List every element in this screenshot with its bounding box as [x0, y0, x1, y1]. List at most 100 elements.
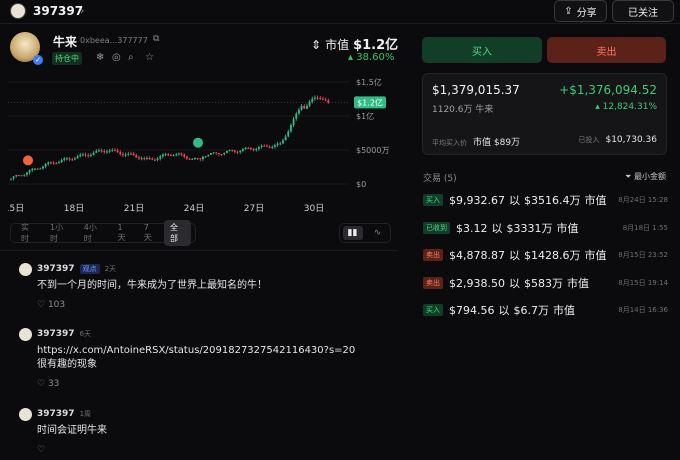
current-price-label: $1.2亿 — [357, 97, 383, 107]
transaction-mcap: $583万 — [523, 277, 563, 290]
candle-body — [303, 105, 306, 109]
comment-user[interactable]: 397397 — [37, 329, 75, 339]
globe-icon[interactable]: ◎ — [112, 52, 121, 63]
snowflake-icon[interactable]: ❄ — [96, 52, 104, 63]
y-tick-label: $1亿 — [356, 111, 374, 121]
candle-body — [148, 157, 151, 159]
timeframe-tab[interactable]: 实时 — [15, 220, 42, 246]
candle-body — [276, 143, 279, 146]
candle-body — [263, 145, 266, 147]
transaction-amount: $9,932.67 — [449, 193, 505, 207]
like-button[interactable]: ♡ 33 — [37, 379, 59, 389]
transaction-date: 8月18日 1:55 — [622, 224, 668, 232]
x-axis-ticks: 15日 18日 21日 24日 27日 30日 — [8, 203, 324, 214]
user-avatar[interactable] — [10, 3, 26, 19]
candle-body — [10, 178, 12, 180]
candle-body — [226, 150, 228, 153]
search-icon[interactable]: ⌕ — [128, 52, 134, 63]
timeframe-tab[interactable]: 1天 — [111, 221, 135, 245]
verified-icon: ✓ — [33, 55, 43, 65]
transaction-type-badge: 卖出 — [423, 249, 443, 261]
price-chart[interactable]: $1.5亿 $1亿 $5000万 $0 $1.2亿 15日 18日 21日 24日 27日 30日 — [8, 72, 390, 217]
transaction-row[interactable]: 买入 $9,932.67 以 $3516.4万 市值 8月24日 15:28 — [423, 193, 668, 207]
copy-icon[interactable]: ⧉ — [153, 34, 159, 44]
candle-body — [255, 148, 258, 150]
candle-body — [186, 156, 188, 159]
comment-avatar[interactable] — [19, 263, 32, 276]
candle-body — [55, 163, 58, 165]
candle-body — [172, 155, 175, 157]
position-pnl-pct: ▴ 12,824.31% — [595, 102, 657, 112]
candle-body — [236, 151, 239, 153]
transaction-suffix: 市值 — [553, 304, 575, 317]
follow-button[interactable]: 已关注 — [612, 0, 674, 22]
like-button[interactable]: ♡ 103 — [37, 300, 65, 310]
transaction-row[interactable]: 买入 $794.56 以 $6.7万 市值 8月14日 16:36 — [423, 303, 668, 317]
transaction-date: 8月24日 15:28 — [618, 196, 668, 204]
candle-body — [66, 158, 68, 160]
candle-body — [308, 101, 311, 106]
timeframe-selector: 实时 1小时 4小时 1天 7天 全部 — [10, 220, 196, 246]
comment-time: 6天 — [79, 330, 92, 338]
heart-icon: ♡ — [37, 379, 48, 389]
candle-body — [298, 109, 300, 114]
username-title[interactable]: 397397 — [33, 4, 83, 18]
comment-user[interactable]: 397397 — [37, 264, 75, 274]
candle-body — [50, 162, 52, 164]
transaction-amount: $3.12 — [456, 221, 488, 235]
like-button[interactable]: ♡ — [37, 445, 45, 455]
min-amount-filter[interactable]: ⏷ 最小金额 — [625, 171, 666, 182]
transaction-mcap: $6.7万 — [513, 304, 550, 317]
line-chart-icon[interactable]: ∿ — [368, 226, 388, 240]
candle-body — [84, 154, 87, 156]
transaction-type-badge: 买入 — [423, 304, 443, 316]
share-button[interactable]: ⇪ 分享 — [554, 0, 607, 22]
timeframe-tab[interactable]: 7天 — [138, 221, 162, 245]
comment-header: 397397 6天 — [37, 329, 91, 339]
transaction-mcap: $3516.4万 — [523, 194, 581, 207]
candle-body — [194, 158, 196, 160]
invested-label: 已投入 — [578, 136, 600, 144]
arrow-up-icon: ▴ — [348, 52, 354, 63]
timeframe-tab[interactable]: 全部 — [164, 220, 191, 246]
candle-body — [170, 154, 172, 156]
comment-avatar[interactable] — [19, 328, 32, 341]
candle-body — [314, 97, 316, 99]
sort-icon[interactable]: ⇕ — [311, 38, 321, 52]
comment-user[interactable]: 397397 — [37, 409, 75, 419]
sell-button[interactable]: 卖出 — [547, 37, 666, 63]
transaction-row[interactable]: 卖出 $4,878.87 以 $1428.6万 市值 8月15日 23:52 — [423, 248, 668, 262]
transaction-mid: 以 — [508, 194, 520, 207]
star-icon[interactable]: ☆ — [145, 52, 154, 63]
candle-body — [316, 97, 319, 99]
candle-body — [60, 159, 63, 163]
candlesticks — [10, 95, 330, 181]
candle-body — [52, 162, 55, 164]
transaction-row[interactable]: 已收到 $3.12 以 $3331万 市值 8月18日 1:55 — [423, 221, 668, 235]
candle-body — [266, 145, 268, 147]
buy-button[interactable]: 买入 — [422, 37, 542, 63]
comment-header: 397397 观点 2天 — [37, 264, 116, 274]
candlestick-icon[interactable]: ▮▮ — [342, 226, 363, 240]
candle-body — [146, 157, 148, 159]
transaction-suffix: 市值 — [584, 249, 607, 262]
chevron-right-icon[interactable]: › — [80, 4, 84, 17]
comment-time: 1周 — [79, 410, 92, 418]
like-count: 33 — [47, 379, 60, 389]
candle-body — [188, 158, 191, 160]
candle-body — [180, 153, 183, 155]
transaction-suffix: 市值 — [584, 194, 607, 207]
comment-avatar[interactable] — [19, 408, 32, 421]
transactions-title: 交易 (5) — [423, 174, 457, 184]
comment-time: 2天 — [104, 265, 117, 273]
timeframe-tab[interactable]: 1小时 — [44, 220, 76, 246]
candle-body — [103, 151, 106, 153]
transaction-row[interactable]: 卖出 $2,938.50 以 $583万 市值 8月15日 19:14 — [423, 276, 668, 290]
candle-body — [76, 156, 79, 159]
transaction-mcap: $3331万 — [506, 222, 553, 235]
transaction-type-badge: 买入 — [423, 194, 443, 206]
candle-body — [31, 168, 34, 171]
timeframe-tab[interactable]: 4小时 — [78, 220, 110, 246]
transaction-amount: $2,938.50 — [449, 276, 505, 290]
candle-body — [292, 118, 295, 126]
